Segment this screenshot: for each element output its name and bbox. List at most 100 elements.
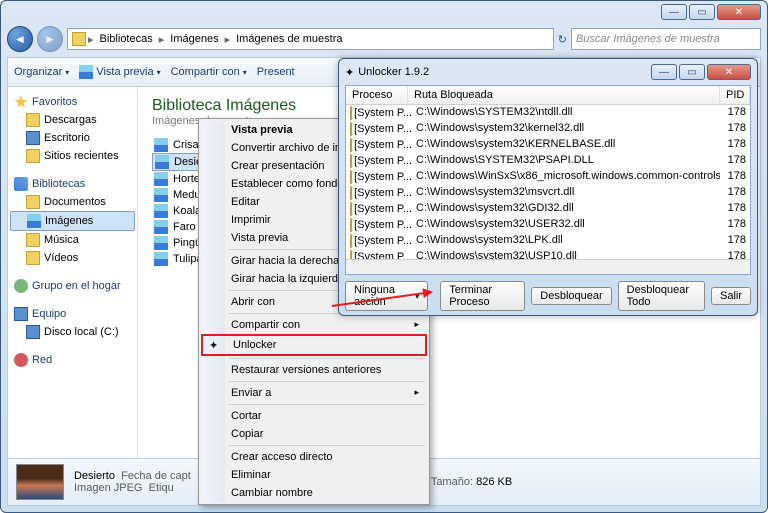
video-icon [26, 251, 40, 265]
minimize-button[interactable]: — [661, 4, 687, 20]
terminar-button[interactable]: Terminar Proceso [440, 281, 525, 311]
ctx-cortar[interactable]: Cortar [201, 407, 427, 425]
breadcrumb[interactable]: ▸ Bibliotecas ▸ Imágenes ▸ Imágenes de m… [67, 28, 554, 50]
folder-icon [26, 195, 40, 209]
unlocker-title: Unlocker 1.9.2 [358, 66, 429, 78]
desbloquear-todo-button[interactable]: Desbloquear Todo [618, 281, 705, 311]
unlocker-table-header: Proceso Ruta Bloqueada PID [346, 86, 750, 105]
file-name: Desierto [74, 470, 115, 482]
image-icon [154, 188, 168, 202]
unlocker-maximize-button[interactable]: ▭ [679, 64, 705, 80]
sidebar-item-escritorio[interactable]: Escritorio [10, 129, 135, 147]
image-icon [154, 220, 168, 234]
search-input[interactable]: Buscar Imágenes de muestra [571, 28, 761, 50]
col-proceso[interactable]: Proceso [346, 86, 408, 104]
app-icon [350, 138, 352, 152]
col-pid[interactable]: PID [720, 86, 750, 104]
maximize-button[interactable]: ▭ [689, 4, 715, 20]
accion-dropdown[interactable]: Ninguna acción [345, 281, 428, 311]
app-icon [350, 202, 352, 216]
sidebar-item-sitios[interactable]: Sitios recientes [10, 147, 135, 165]
table-row[interactable]: [System P...C:\Windows\WinSxS\x86_micros… [346, 169, 750, 185]
salir-button[interactable]: Salir [711, 287, 751, 305]
app-icon [350, 170, 352, 184]
unlocker-table-body: [System P...C:\Windows\SYSTEM32\ntdll.dl… [346, 105, 750, 259]
folder-icon [26, 113, 40, 127]
table-row[interactable]: [System P...C:\Windows\system32\kernel32… [346, 121, 750, 137]
table-row[interactable]: [System P...C:\Windows\system32\USER32.d… [346, 217, 750, 233]
pictures-icon [27, 214, 41, 228]
sidebar: Favoritos Descargas Escritorio Sitios re… [8, 87, 138, 466]
app-icon [350, 106, 352, 120]
unlocker-close-button[interactable]: ✕ [707, 64, 751, 80]
refresh-icon[interactable]: ↻ [558, 33, 567, 46]
toolbar-organizar[interactable]: Organizar [14, 66, 69, 78]
ctx-eliminar[interactable]: Eliminar [201, 466, 427, 484]
table-row[interactable]: [System P...C:\Windows\system32\KERNELBA… [346, 137, 750, 153]
sidebar-bibliotecas[interactable]: Bibliotecas [10, 175, 135, 193]
folder-icon [72, 32, 86, 46]
image-icon [154, 138, 168, 152]
nav-back-button[interactable]: ◄ [7, 26, 33, 52]
app-icon [350, 122, 352, 136]
ctx-copiar[interactable]: Copiar [201, 425, 427, 443]
table-row[interactable]: [System P...C:\Windows\system32\USP10.dl… [346, 249, 750, 259]
app-icon [350, 186, 352, 200]
unlocker-minimize-button[interactable]: — [651, 64, 677, 80]
toolbar-compartir[interactable]: Compartir con [171, 66, 247, 78]
ctx-compartir-con[interactable]: Compartir con [201, 316, 427, 334]
wand-icon: ✦ [209, 339, 218, 352]
close-button[interactable]: ✕ [717, 4, 761, 20]
breadcrumb-item[interactable]: Imágenes de muestra [232, 33, 346, 45]
image-icon [155, 155, 169, 169]
network-icon [14, 353, 28, 367]
sidebar-favoritos[interactable]: Favoritos [10, 93, 135, 111]
desbloquear-button[interactable]: Desbloquear [531, 287, 611, 305]
computer-icon [14, 307, 28, 321]
sidebar-item-musica[interactable]: Música [10, 231, 135, 249]
breadcrumb-item[interactable]: Bibliotecas [96, 33, 157, 45]
table-row[interactable]: [System P...C:\Windows\system32\LPK.dll1… [346, 233, 750, 249]
image-icon [154, 204, 168, 218]
table-row[interactable]: [System P...C:\Windows\system32\msvcrt.d… [346, 185, 750, 201]
etiqu-label: Etiqu [149, 482, 174, 494]
toolbar-present[interactable]: Present [257, 66, 295, 78]
explorer-titlebar: — ▭ ✕ [1, 1, 767, 25]
tamano-label: Tamaño: [431, 476, 473, 488]
sidebar-red[interactable]: Red [10, 351, 135, 369]
col-ruta[interactable]: Ruta Bloqueada [408, 86, 720, 104]
sidebar-item-imagenes[interactable]: Imágenes [10, 211, 135, 231]
sidebar-item-descargas[interactable]: Descargas [10, 111, 135, 129]
ctx-unlocker[interactable]: ✦Unlocker [201, 334, 427, 356]
ctx-cambiar-nombre[interactable]: Cambiar nombre [201, 484, 427, 502]
folder-icon [26, 149, 40, 163]
file-type: Imagen JPEG [74, 482, 142, 494]
ctx-crear-acceso[interactable]: Crear acceso directo [201, 448, 427, 466]
table-row[interactable]: [System P...C:\Windows\system32\GDI32.dl… [346, 201, 750, 217]
horizontal-scrollbar[interactable] [346, 259, 750, 274]
music-icon [26, 233, 40, 247]
ctx-restaurar[interactable]: Restaurar versiones anteriores [201, 361, 427, 379]
app-icon [350, 234, 352, 248]
app-icon [350, 218, 352, 232]
tamano-value: 826 KB [476, 476, 512, 488]
sidebar-grupo[interactable]: Grupo en el hogar [10, 277, 135, 295]
table-row[interactable]: [System P...C:\Windows\SYSTEM32\ntdll.dl… [346, 105, 750, 121]
toolbar-vista-previa[interactable]: Vista previa [79, 65, 160, 79]
homegroup-icon [14, 279, 28, 293]
ctx-enviar-a[interactable]: Enviar a [201, 384, 427, 402]
sidebar-equipo[interactable]: Equipo [10, 305, 135, 323]
sidebar-item-disco[interactable]: Disco local (C:) [10, 323, 135, 341]
desktop-icon [26, 131, 40, 145]
wand-icon: ✦ [345, 66, 354, 79]
thumbnail [16, 464, 64, 500]
breadcrumb-item[interactable]: Imágenes [166, 33, 222, 45]
sidebar-item-videos[interactable]: Vídeos [10, 249, 135, 267]
sidebar-item-documentos[interactable]: Documentos [10, 193, 135, 211]
unlocker-window: ✦ Unlocker 1.9.2 — ▭ ✕ Proceso Ruta Bloqu… [338, 58, 758, 316]
app-icon [350, 154, 352, 168]
image-icon [154, 252, 168, 266]
fecha-label: Fecha de capt [121, 470, 191, 482]
nav-forward-button[interactable]: ► [37, 26, 63, 52]
table-row[interactable]: [System P...C:\Windows\SYSTEM32\PSAPI.DL… [346, 153, 750, 169]
